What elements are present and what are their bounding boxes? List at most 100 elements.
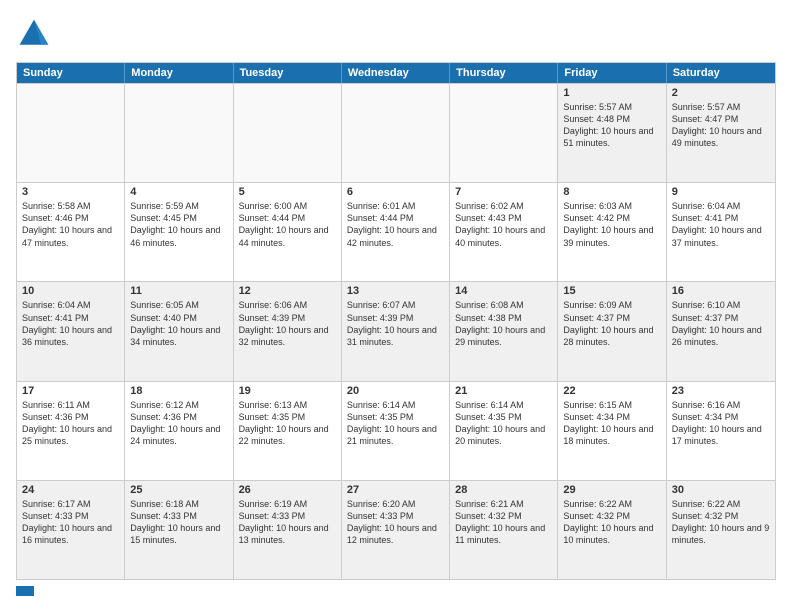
cell-info: Sunrise: 6:16 AM Sunset: 4:34 PM Dayligh… [672,399,770,448]
calendar: Sunday Monday Tuesday Wednesday Thursday… [16,62,776,580]
day-number: 8 [563,186,660,198]
cell-info: Sunrise: 6:21 AM Sunset: 4:32 PM Dayligh… [455,498,552,547]
cal-cell-r3-c2: 19 Sunrise: 6:13 AM Sunset: 4:35 PM Dayli… [234,382,342,480]
footer-note [16,586,776,596]
cell-info: Sunrise: 6:22 AM Sunset: 4:32 PM Dayligh… [672,498,770,547]
cell-info: Sunrise: 5:59 AM Sunset: 4:45 PM Dayligh… [130,200,227,249]
cal-cell-r0-c4 [450,84,558,182]
cell-info: Sunrise: 6:12 AM Sunset: 4:36 PM Dayligh… [130,399,227,448]
day-number: 12 [239,285,336,297]
day-number: 2 [672,87,770,99]
header-saturday: Saturday [667,63,775,83]
cell-info: Sunrise: 6:11 AM Sunset: 4:36 PM Dayligh… [22,399,119,448]
cell-info: Sunrise: 6:19 AM Sunset: 4:33 PM Dayligh… [239,498,336,547]
header-thursday: Thursday [450,63,558,83]
day-number: 20 [347,385,444,397]
cal-cell-r0-c5: 1 Sunrise: 5:57 AM Sunset: 4:48 PM Daylig… [558,84,666,182]
cal-cell-r2-c6: 16 Sunrise: 6:10 AM Sunset: 4:37 PM Dayli… [667,282,775,380]
cell-info: Sunrise: 5:58 AM Sunset: 4:46 PM Dayligh… [22,200,119,249]
cell-info: Sunrise: 6:00 AM Sunset: 4:44 PM Dayligh… [239,200,336,249]
day-number: 16 [672,285,770,297]
day-number: 22 [563,385,660,397]
cal-row-0: 1 Sunrise: 5:57 AM Sunset: 4:48 PM Daylig… [17,83,775,182]
cal-cell-r1-c0: 3 Sunrise: 5:58 AM Sunset: 4:46 PM Daylig… [17,183,125,281]
day-number: 30 [672,484,770,496]
cell-info: Sunrise: 5:57 AM Sunset: 4:48 PM Dayligh… [563,101,660,150]
cal-cell-r0-c0 [17,84,125,182]
day-number: 24 [22,484,119,496]
cal-cell-r3-c4: 21Sunrise: 6:14 AM Sunset: 4:35 PM Dayli… [450,382,558,480]
cal-cell-r3-c1: 18 Sunrise: 6:12 AM Sunset: 4:36 PM Dayli… [125,382,233,480]
day-number: 9 [672,186,770,198]
cell-info: Sunrise: 6:22 AM Sunset: 4:32 PM Dayligh… [563,498,660,547]
daylight-bar-icon [16,586,34,596]
day-number: 4 [130,186,227,198]
cell-info: Sunrise: 6:13 AM Sunset: 4:35 PM Dayligh… [239,399,336,448]
header-friday: Friday [558,63,666,83]
day-number: 15 [563,285,660,297]
cal-cell-r4-c1: 25 Sunrise: 6:18 AM Sunset: 4:33 PM Dayli… [125,481,233,579]
day-number: 23 [672,385,770,397]
day-number: 17 [22,385,119,397]
cal-cell-r2-c5: 15 Sunrise: 6:09 AM Sunset: 4:37 PM Dayli… [558,282,666,380]
cell-info: Sunrise: 6:02 AM Sunset: 4:43 PM Dayligh… [455,200,552,249]
calendar-header: Sunday Monday Tuesday Wednesday Thursday… [17,63,775,83]
cell-info: Sunrise: 6:20 AM Sunset: 4:33 PM Dayligh… [347,498,444,547]
cell-info: Sunrise: 6:06 AM Sunset: 4:39 PM Dayligh… [239,299,336,348]
header-tuesday: Tuesday [234,63,342,83]
day-number: 3 [22,186,119,198]
cal-cell-r4-c2: 26Sunrise: 6:19 AM Sunset: 4:33 PM Dayli… [234,481,342,579]
cal-cell-r2-c2: 12 Sunrise: 6:06 AM Sunset: 4:39 PM Dayli… [234,282,342,380]
cal-cell-r1-c1: 4 Sunrise: 5:59 AM Sunset: 4:45 PM Daylig… [125,183,233,281]
calendar-body: 1 Sunrise: 5:57 AM Sunset: 4:48 PM Daylig… [17,83,775,579]
header-monday: Monday [125,63,233,83]
cal-row-4: 24 Sunrise: 6:17 AM Sunset: 4:33 PM Dayli… [17,480,775,579]
cal-cell-r1-c3: 6 Sunrise: 6:01 AM Sunset: 4:44 PM Daylig… [342,183,450,281]
day-number: 5 [239,186,336,198]
cal-row-3: 17 Sunrise: 6:11 AM Sunset: 4:36 PM Dayli… [17,381,775,480]
cal-cell-r0-c3 [342,84,450,182]
day-number: 25 [130,484,227,496]
day-number: 7 [455,186,552,198]
cell-info: Sunrise: 6:03 AM Sunset: 4:42 PM Dayligh… [563,200,660,249]
cell-info: Sunrise: 6:10 AM Sunset: 4:37 PM Dayligh… [672,299,770,348]
day-number: 6 [347,186,444,198]
cell-info: Sunrise: 6:04 AM Sunset: 4:41 PM Dayligh… [22,299,119,348]
cal-cell-r3-c0: 17 Sunrise: 6:11 AM Sunset: 4:36 PM Dayli… [17,382,125,480]
cell-info: Sunrise: 6:04 AM Sunset: 4:41 PM Dayligh… [672,200,770,249]
day-number: 27 [347,484,444,496]
cell-info: Sunrise: 6:08 AM Sunset: 4:38 PM Dayligh… [455,299,552,348]
cal-cell-r2-c3: 13Sunrise: 6:07 AM Sunset: 4:39 PM Dayli… [342,282,450,380]
cell-info: Sunrise: 5:57 AM Sunset: 4:47 PM Dayligh… [672,101,770,150]
day-number: 11 [130,285,227,297]
page: Sunday Monday Tuesday Wednesday Thursday… [0,0,792,612]
cal-cell-r0-c2 [234,84,342,182]
day-number: 18 [130,385,227,397]
logo [16,16,56,52]
cal-cell-r0-c1 [125,84,233,182]
cell-info: Sunrise: 6:09 AM Sunset: 4:37 PM Dayligh… [563,299,660,348]
cal-cell-r2-c1: 11Sunrise: 6:05 AM Sunset: 4:40 PM Dayli… [125,282,233,380]
cal-cell-r4-c5: 29Sunrise: 6:22 AM Sunset: 4:32 PM Dayli… [558,481,666,579]
cal-cell-r2-c4: 14Sunrise: 6:08 AM Sunset: 4:38 PM Dayli… [450,282,558,380]
cell-info: Sunrise: 6:07 AM Sunset: 4:39 PM Dayligh… [347,299,444,348]
cal-cell-r4-c4: 28Sunrise: 6:21 AM Sunset: 4:32 PM Dayli… [450,481,558,579]
day-number: 10 [22,285,119,297]
cell-info: Sunrise: 6:01 AM Sunset: 4:44 PM Dayligh… [347,200,444,249]
cal-cell-r3-c6: 23 Sunrise: 6:16 AM Sunset: 4:34 PM Dayli… [667,382,775,480]
cal-cell-r4-c0: 24 Sunrise: 6:17 AM Sunset: 4:33 PM Dayli… [17,481,125,579]
cal-cell-r1-c2: 5 Sunrise: 6:00 AM Sunset: 4:44 PM Daylig… [234,183,342,281]
cell-info: Sunrise: 6:15 AM Sunset: 4:34 PM Dayligh… [563,399,660,448]
header-sunday: Sunday [17,63,125,83]
cal-cell-r1-c4: 7 Sunrise: 6:02 AM Sunset: 4:43 PM Daylig… [450,183,558,281]
cal-cell-r0-c6: 2 Sunrise: 5:57 AM Sunset: 4:47 PM Daylig… [667,84,775,182]
cell-info: Sunrise: 6:17 AM Sunset: 4:33 PM Dayligh… [22,498,119,547]
cal-cell-r4-c3: 27 Sunrise: 6:20 AM Sunset: 4:33 PM Dayli… [342,481,450,579]
day-number: 19 [239,385,336,397]
day-number: 1 [563,87,660,99]
cal-row-1: 3 Sunrise: 5:58 AM Sunset: 4:46 PM Daylig… [17,182,775,281]
cell-info: Sunrise: 6:18 AM Sunset: 4:33 PM Dayligh… [130,498,227,547]
cal-row-2: 10 Sunrise: 6:04 AM Sunset: 4:41 PM Dayli… [17,281,775,380]
cal-cell-r3-c5: 22 Sunrise: 6:15 AM Sunset: 4:34 PM Dayli… [558,382,666,480]
cell-info: Sunrise: 6:14 AM Sunset: 4:35 PM Dayligh… [347,399,444,448]
